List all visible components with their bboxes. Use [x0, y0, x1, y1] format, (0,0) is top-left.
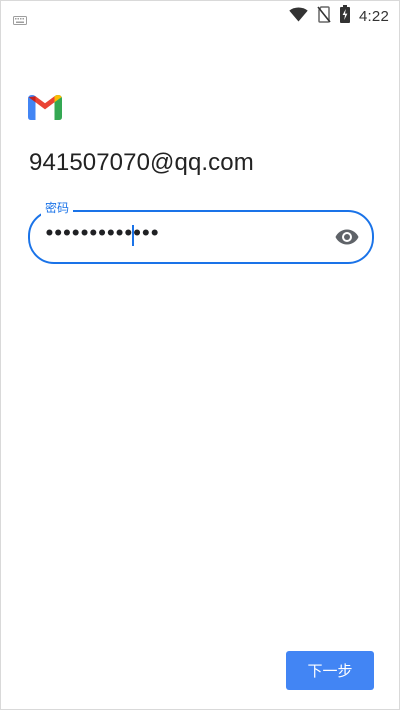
wifi-icon [289, 6, 308, 26]
eye-icon[interactable] [334, 225, 360, 249]
status-icons: 4:22 [289, 5, 389, 27]
text-caret [132, 225, 134, 246]
gmail-icon [28, 95, 62, 124]
status-bar: 4:22 [1, 1, 399, 31]
status-time: 4:22 [359, 7, 389, 25]
password-input[interactable]: ••••••••••••• [44, 222, 160, 246]
no-sim-icon [317, 5, 331, 27]
account-email: 941507070@qq.com [29, 149, 254, 176]
keyboard-icon [13, 10, 27, 29]
next-button[interactable]: 下一步 [286, 651, 374, 690]
password-label: 密码 [41, 200, 74, 216]
battery-charging-icon [340, 5, 350, 27]
